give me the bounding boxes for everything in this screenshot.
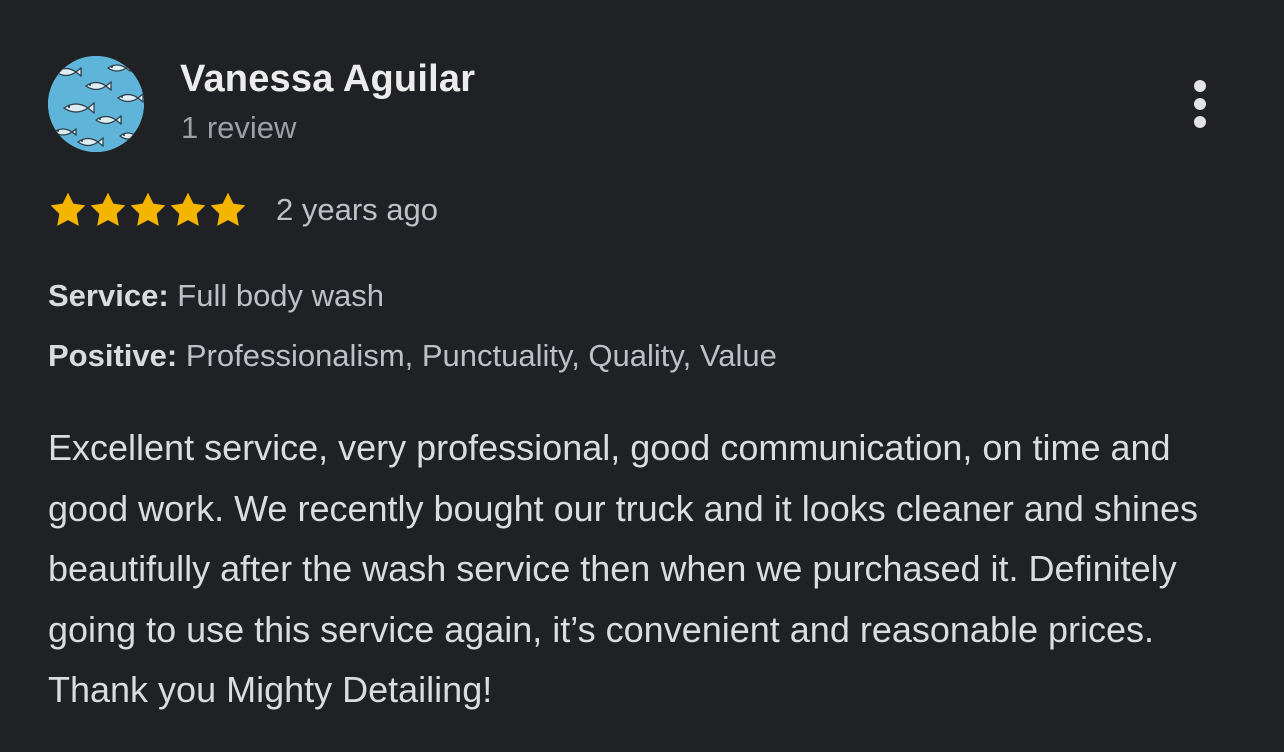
avatar[interactable] — [48, 56, 144, 152]
star-icon — [170, 192, 206, 226]
star-icon — [50, 192, 86, 226]
review-count[interactable]: 1 review — [181, 110, 296, 146]
review-card: Vanessa Aguilar 1 review 2 years ago Ser… — [0, 0, 1284, 752]
service-attribute: Service: Full body wash — [48, 276, 384, 316]
reviewer-name[interactable]: Vanessa Aguilar — [180, 58, 475, 101]
review-text: Excellent service, very professional, go… — [48, 427, 1198, 710]
star-icon — [210, 192, 246, 226]
star-icon — [90, 192, 126, 226]
service-value: Full body wash — [177, 278, 385, 313]
more-vertical-icon — [1194, 80, 1206, 128]
positive-value: Professionalism, Punctuality, Quality, V… — [185, 338, 777, 373]
positive-attribute: Positive: Professionalism, Punctuality, … — [48, 336, 777, 376]
more-options-button[interactable] — [1176, 74, 1224, 134]
fish-pattern-avatar-icon — [48, 56, 144, 152]
positive-label: Positive: — [48, 338, 178, 373]
star-rating — [48, 190, 248, 230]
service-label: Service: — [48, 278, 169, 313]
star-icon — [130, 192, 166, 226]
review-date: 2 years ago — [276, 192, 438, 227]
